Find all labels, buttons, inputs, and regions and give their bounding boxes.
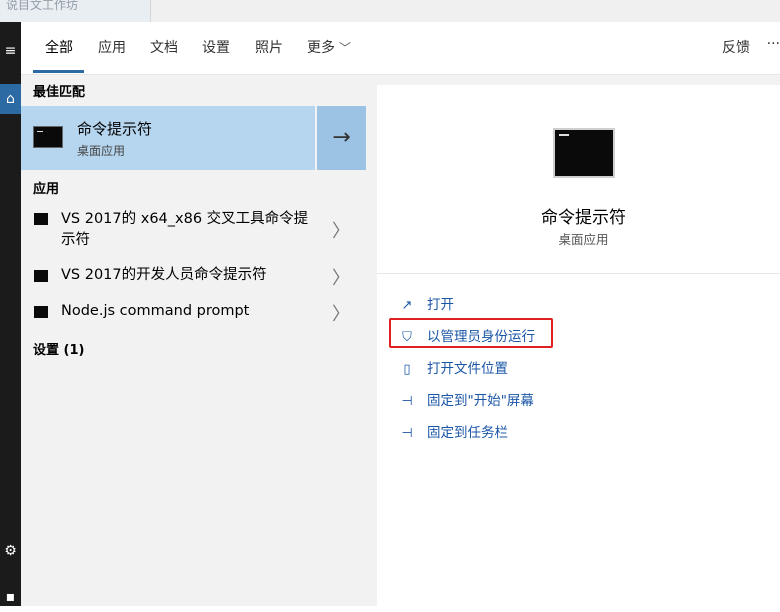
cmd-large-icon	[553, 128, 615, 178]
cmd-icon	[34, 270, 48, 282]
tab-photos[interactable]: 照片	[255, 37, 283, 57]
chevron-down-icon: ﹀	[339, 41, 352, 55]
app-item-vs-cross-tools[interactable]: VS 2017的 x64_x86 交叉工具命令提 示符 〉	[21, 207, 366, 253]
cmd-icon	[34, 213, 48, 225]
search-panel: 全部 应用 文档 设置 照片 更多 ﹀ 反馈 ··· 最佳匹配 命令提示符 桌面应…	[21, 22, 780, 606]
app-item-label: Node.js command prompt	[61, 303, 250, 319]
home-icon[interactable]: ⌂	[0, 84, 21, 114]
background-tab: 说目文工作坊	[0, 0, 151, 22]
divider	[377, 273, 780, 274]
chevron-right-icon: 〉	[332, 221, 350, 242]
tab-more[interactable]: 更多 ﹀	[307, 37, 351, 57]
app-item-label: VS 2017的开发人员命令提示符	[61, 267, 267, 283]
chevron-right-icon: 〉	[332, 304, 350, 325]
folder-icon: ▯	[403, 362, 411, 377]
chevron-right-icon: 〉	[332, 268, 350, 289]
section-settings[interactable]: 设置 (1)	[33, 339, 84, 358]
tab-documents[interactable]: 文档	[150, 37, 178, 57]
best-match-type: 桌面应用	[77, 144, 126, 158]
app-item-vs-dev-prompt[interactable]: VS 2017的开发人员命令提示符 〉	[21, 259, 366, 295]
tab-all[interactable]: 全部	[45, 37, 73, 57]
best-match-item[interactable]: 命令提示符 桌面应用	[21, 106, 315, 170]
open-file-location-action[interactable]: ▯ 打开文件位置	[399, 357, 508, 379]
cmd-icon	[34, 306, 48, 318]
tab-settings[interactable]: 设置	[202, 37, 230, 57]
gear-icon[interactable]: ⚙	[0, 536, 21, 566]
background-window-strip: 说目文工作坊	[0, 0, 780, 23]
pin-to-taskbar-action[interactable]: ⊣ 固定到任务栏	[399, 421, 508, 443]
details-pane: 命令提示符 桌面应用 ↗ 打开 ⛉ 以管理员身份运行 ▯ 打开文件位置 ⊣ 固定到"开始…	[377, 85, 780, 606]
active-tab-indicator	[33, 70, 84, 73]
section-best-match: 最佳匹配	[33, 85, 86, 100]
tab-apps[interactable]: 应用	[98, 37, 126, 57]
open-action[interactable]: ↗ 打开	[399, 293, 454, 315]
background-tab-label: 说目文工作坊	[6, 0, 79, 12]
power-icon[interactable]: ▪	[0, 582, 21, 612]
app-item-nodejs-prompt[interactable]: Node.js command prompt 〉	[21, 295, 366, 331]
hamburger-icon[interactable]: ≡	[0, 36, 21, 66]
more-options-button[interactable]: ···	[767, 36, 780, 52]
results-list: 最佳匹配 命令提示符 桌面应用 → 应用 VS 2017的 x64_x86 交叉…	[21, 75, 366, 606]
details-subtitle: 桌面应用	[558, 232, 609, 247]
feedback-button[interactable]: 反馈	[722, 37, 750, 57]
pin-to-start-action[interactable]: ⊣ 固定到"开始"屏幕	[399, 389, 534, 411]
best-match-name: 命令提示符	[77, 120, 153, 138]
details-title: 命令提示符	[541, 208, 626, 228]
arrow-right-icon[interactable]: →	[317, 106, 366, 170]
search-tabs: 全部 应用 文档 设置 照片 更多 ﹀ 反馈 ···	[21, 22, 780, 75]
section-apps: 应用	[33, 182, 60, 197]
cmd-icon	[33, 126, 63, 148]
pin-icon: ⊣	[401, 426, 413, 441]
tab-more-label: 更多	[307, 40, 335, 56]
start-rail: ≡ ⌂ ⚙ ▪	[0, 22, 21, 606]
open-icon: ↗	[401, 298, 413, 313]
app-item-label: VS 2017的 x64_x86 交叉工具命令提 示符	[61, 211, 309, 248]
pin-icon: ⊣	[401, 394, 413, 409]
highlight-box	[389, 318, 553, 348]
